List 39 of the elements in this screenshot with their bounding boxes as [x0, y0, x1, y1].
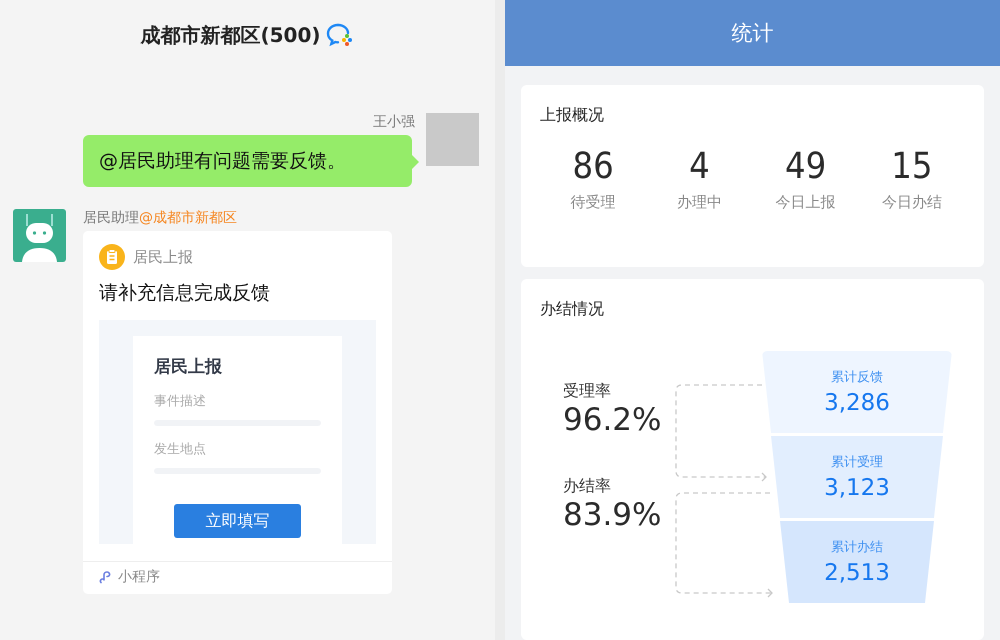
stat-label: 今日上报 [776, 193, 836, 212]
chat-bubble-icon [324, 22, 355, 48]
stat-value: 4 [689, 146, 710, 187]
card-source: 居民上报 [133, 248, 193, 266]
chat-title: 成都市新都区(500) [140, 22, 321, 48]
funnel-value: 2,513 [824, 560, 890, 586]
sender-name: 居民助理@成都市新都区 [83, 209, 238, 227]
funnel-label: 累计办结 [831, 539, 883, 556]
field-label: 事件描述 [154, 393, 207, 410]
stat-value: 86 [572, 146, 614, 187]
stat-label: 办理中 [676, 193, 722, 212]
funnel-value: 3,123 [824, 475, 890, 501]
rate-label: 受理率 [563, 381, 612, 402]
field-label: 发生地点 [154, 441, 207, 458]
robot-avatar-icon [13, 209, 66, 262]
card-title: 请补充信息完成反馈 [98, 281, 271, 306]
rate-value: 83.9% [563, 497, 662, 533]
rate-label: 办结率 [563, 476, 612, 497]
stat-value: 49 [785, 146, 826, 187]
photo-placeholder [426, 113, 479, 166]
form-title: 居民上报 [154, 356, 223, 378]
section-title: 办结情况 [540, 299, 605, 320]
sender-name: 王小强 [373, 113, 415, 131]
stat-value: 15 [891, 146, 932, 187]
page-title: 统计 [732, 20, 774, 47]
funnel-value: 3,286 [824, 390, 890, 416]
funnel-label: 累计反馈 [831, 369, 883, 386]
message-bubble: @居民助理有问题需要反馈。 [83, 135, 412, 187]
funnel-label: 累计受理 [831, 454, 883, 471]
link-icon [99, 570, 112, 584]
clipboard-icon [99, 244, 125, 270]
stat-label: 待受理 [570, 193, 616, 212]
mini-program-card[interactable]: 居民上报 请补充信息完成反馈 居民上报 事件描述 发生地点 立即填写 小程序 [83, 231, 392, 594]
section-title: 上报概况 [540, 105, 605, 126]
rate-value: 96.2% [563, 402, 662, 438]
stat-label: 今日办结 [882, 193, 942, 212]
fill-in-button[interactable]: 立即填写 [174, 504, 301, 538]
mini-program-label: 小程序 [118, 568, 160, 586]
bubble-tail [412, 155, 419, 169]
